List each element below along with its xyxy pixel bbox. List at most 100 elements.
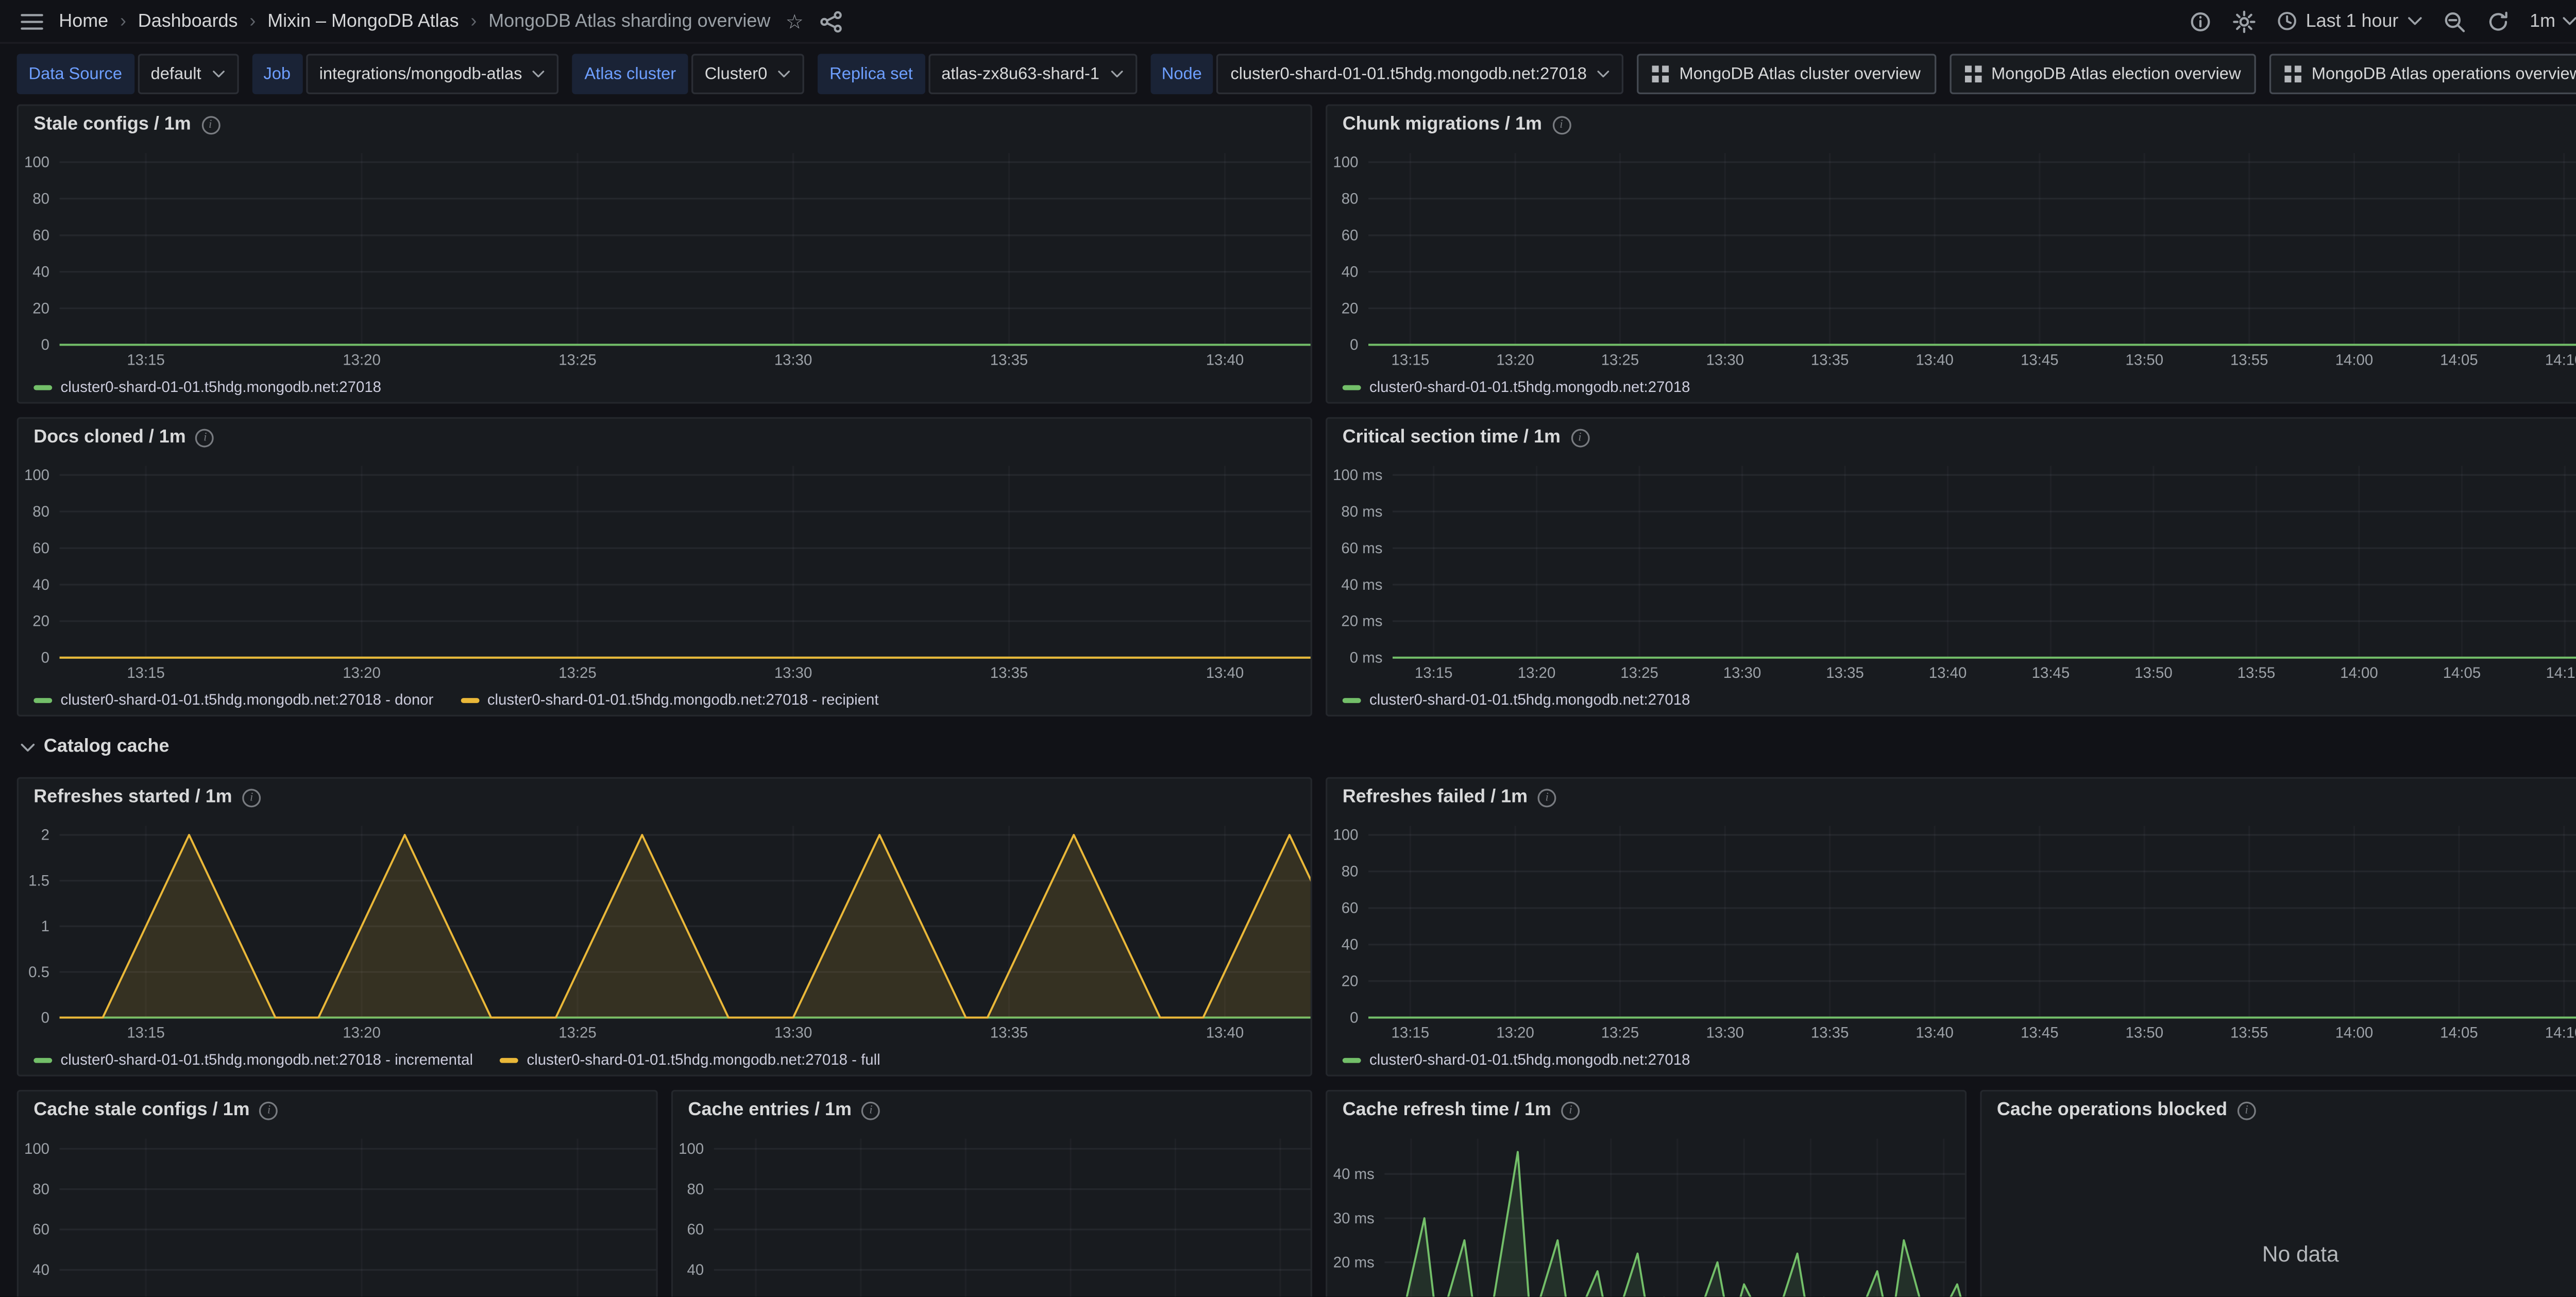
gear-icon[interactable] [2232, 9, 2256, 33]
panel-header[interactable]: Cache refresh time / 1m i [1327, 1091, 1965, 1129]
svg-text:40: 40 [32, 1261, 49, 1278]
panel-info-icon[interactable]: i [1552, 115, 1571, 134]
panel-header[interactable]: Refreshes started / 1m i [19, 779, 1311, 816]
svg-text:0: 0 [41, 1009, 49, 1026]
legend-item[interactable]: cluster0-shard-01-01.t5hdg.mongodb.net:2… [1343, 691, 1690, 708]
breadcrumb-dashboards[interactable]: Dashboards [138, 11, 238, 31]
svg-text:40: 40 [1342, 263, 1359, 280]
job-dropdown[interactable]: integrations/mongodb-atlas [306, 54, 559, 94]
panel-info-icon[interactable]: i [260, 1101, 278, 1119]
panel-header[interactable]: Critical section time / 1m i [1327, 419, 2576, 456]
share-icon[interactable] [819, 9, 842, 33]
legend-label: cluster0-shard-01-01.t5hdg.mongodb.net:2… [527, 1051, 880, 1068]
panel-title: Cache stale configs / 1m [33, 1100, 249, 1120]
panel-info-icon[interactable]: i [196, 428, 214, 447]
refresh-icon[interactable] [2486, 9, 2510, 33]
panel-header[interactable]: Docs cloned / 1m i [19, 419, 1311, 456]
svg-text:30 ms: 30 ms [1333, 1210, 1375, 1227]
time-range-picker[interactable]: Last 1 hour [2276, 10, 2422, 32]
legend-swatch [500, 1057, 518, 1062]
svg-text:14:10: 14:10 [2546, 664, 2576, 681]
panel-legend: cluster0-shard-01-01.t5hdg.mongodb.net:2… [19, 372, 1311, 402]
legend-swatch [1343, 697, 1361, 702]
panel-info-icon[interactable]: i [862, 1101, 880, 1119]
svg-text:13:50: 13:50 [2126, 1025, 2164, 1042]
zoom-out-icon[interactable] [2442, 9, 2466, 33]
svg-text:13:40: 13:40 [1929, 664, 1967, 681]
top-nav: Home › Dashboards › Mixin – MongoDB Atla… [0, 0, 2576, 44]
svg-text:13:20: 13:20 [1518, 664, 1556, 681]
svg-text:100: 100 [679, 1140, 704, 1157]
legend-item[interactable]: cluster0-shard-01-01.t5hdg.mongodb.net:2… [500, 1051, 880, 1068]
replica-set-dropdown[interactable]: atlas-zx8u63-shard-1 [928, 54, 1137, 94]
panel-header[interactable]: Refreshes failed / 1m i [1327, 779, 2576, 816]
svg-text:0: 0 [41, 336, 49, 353]
panel-info-icon[interactable]: i [1538, 788, 1556, 807]
clock-icon [2276, 10, 2297, 32]
legend-item[interactable]: cluster0-shard-01-01.t5hdg.mongodb.net:2… [461, 691, 879, 708]
time-range-label: Last 1 hour [2306, 11, 2399, 31]
svg-text:13:25: 13:25 [558, 1025, 597, 1042]
legend-swatch [461, 697, 479, 702]
chevron-down-icon [211, 69, 225, 79]
legend-item[interactable]: cluster0-shard-01-01.t5hdg.mongodb.net:2… [33, 691, 433, 708]
panel-header[interactable]: Stale configs / 1m i [19, 106, 1311, 143]
hamburger-menu-icon[interactable] [20, 11, 44, 31]
svg-text:80: 80 [1342, 863, 1359, 880]
panel-header[interactable]: Cache entries / 1m i [673, 1091, 1311, 1129]
svg-text:13:20: 13:20 [343, 664, 381, 681]
panel-cache-entries: Cache entries / 1m i 02040608010013:1513… [671, 1090, 1312, 1297]
svg-text:20 ms: 20 ms [1333, 1254, 1375, 1271]
node-dropdown[interactable]: cluster0-shard-01-01.t5hdg.mongodb.net:2… [1217, 54, 1624, 94]
link-operations-overview[interactable]: MongoDB Atlas operations overview [2269, 54, 2576, 94]
breadcrumb-home[interactable]: Home [59, 11, 108, 31]
grafana-dashboard: Home › Dashboards › Mixin – MongoDB Atla… [0, 0, 2576, 1297]
legend-swatch [33, 1057, 52, 1062]
panel-cache-operations-blocked: Cache operations blocked i No data [1980, 1090, 2576, 1297]
legend-item[interactable]: cluster0-shard-01-01.t5hdg.mongodb.net:2… [33, 1051, 473, 1068]
svg-text:60: 60 [1342, 900, 1359, 917]
panel-header[interactable]: Chunk migrations / 1m i [1327, 106, 2576, 143]
breadcrumb-folder[interactable]: Mixin – MongoDB Atlas [267, 11, 459, 31]
panel-refreshes-started: Refreshes started / 1m i 00.511.5213:151… [17, 777, 1312, 1077]
svg-text:100: 100 [1333, 827, 1358, 844]
chevron-down-icon [1597, 69, 1611, 79]
filter-label: Replica set [818, 54, 924, 94]
panel-stale-configs: Stale configs / 1m i 02040608010013:1513… [17, 104, 1312, 403]
svg-text:14:00: 14:00 [2335, 352, 2374, 369]
link-election-overview[interactable]: MongoDB Atlas election overview [1949, 54, 2256, 94]
legend-item[interactable]: cluster0-shard-01-01.t5hdg.mongodb.net:2… [33, 379, 381, 396]
svg-text:13:25: 13:25 [558, 352, 597, 369]
svg-text:13:20: 13:20 [1496, 352, 1534, 369]
panel-header[interactable]: Cache stale configs / 1m i [19, 1091, 656, 1129]
panel-title: Docs cloned / 1m [33, 427, 185, 447]
panel-info-icon[interactable]: i [1571, 428, 1589, 447]
panel-header[interactable]: Cache operations blocked i [1982, 1091, 2576, 1129]
filter-value: integrations/mongodb-atlas [319, 65, 522, 83]
svg-text:20: 20 [32, 300, 49, 317]
legend-item[interactable]: cluster0-shard-01-01.t5hdg.mongodb.net:2… [1343, 379, 1690, 396]
data-source-dropdown[interactable]: default [137, 54, 238, 94]
svg-text:13:30: 13:30 [774, 664, 812, 681]
info-icon[interactable] [2188, 9, 2212, 33]
svg-text:0: 0 [41, 650, 49, 667]
star-icon[interactable]: ☆ [786, 11, 804, 31]
row-catalog-cache[interactable]: Catalog cache [17, 730, 2576, 763]
panel-chart: 02040608010013:1513:2013:2513:3013:3513:… [1327, 816, 2576, 1045]
svg-text:13:15: 13:15 [127, 664, 165, 681]
svg-text:60: 60 [1342, 227, 1359, 244]
atlas-cluster-dropdown[interactable]: Cluster0 [691, 54, 805, 94]
link-cluster-overview[interactable]: MongoDB Atlas cluster overview [1637, 54, 1936, 94]
panel-info-icon[interactable]: i [201, 115, 219, 134]
panel-title: Stale configs / 1m [33, 114, 191, 134]
svg-text:14:10: 14:10 [2545, 352, 2576, 369]
breadcrumb: Home › Dashboards › Mixin – MongoDB Atla… [59, 11, 770, 31]
panel-info-icon[interactable]: i [2238, 1101, 2256, 1119]
svg-text:60 ms: 60 ms [1341, 540, 1382, 557]
svg-text:13:35: 13:35 [990, 1025, 1028, 1042]
refresh-interval-picker[interactable]: 1m [2530, 11, 2576, 31]
legend-item[interactable]: cluster0-shard-01-01.t5hdg.mongodb.net:2… [1343, 1051, 1690, 1068]
link-label: MongoDB Atlas operations overview [2312, 65, 2576, 83]
panel-info-icon[interactable]: i [242, 788, 261, 807]
panel-info-icon[interactable]: i [1562, 1101, 1580, 1119]
